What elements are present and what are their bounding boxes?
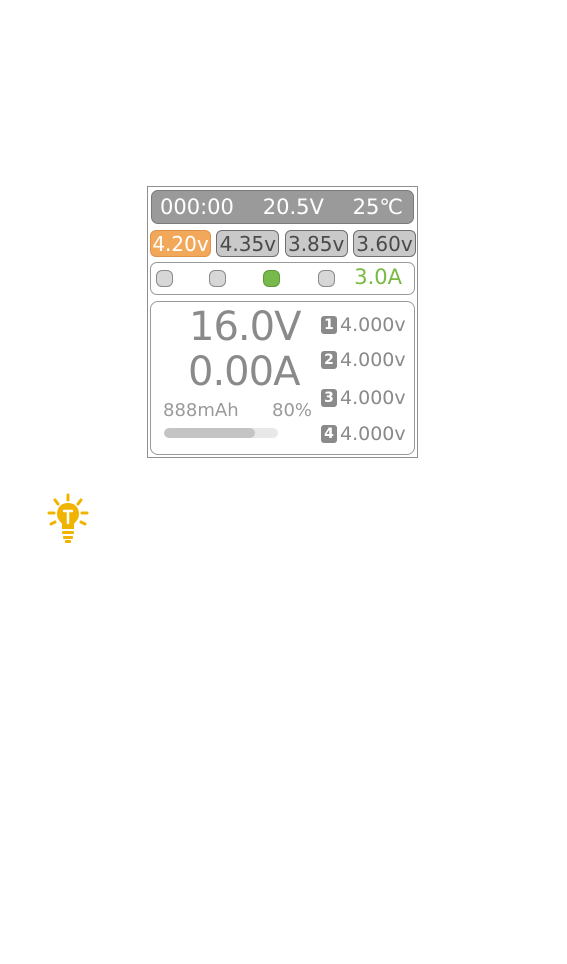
- capacity-readout: 888mAh: [163, 400, 239, 421]
- charger-screen: 000:00 20.5V 25℃ 4.20v 4.35v 3.85v 3.60v…: [147, 186, 418, 458]
- input-voltage-readout: 20.5V: [262, 195, 324, 219]
- temperature-readout: 25℃: [352, 195, 403, 219]
- cell-row-1: 1 4.000v: [321, 312, 406, 338]
- charge-progress-fill: [164, 428, 256, 438]
- cell-row-3: 3 4.000v: [321, 385, 406, 411]
- channel-indicator-row: 3.0A: [150, 262, 415, 295]
- channel-1-indicator: [156, 270, 173, 287]
- cell-number-badge: 1: [321, 316, 337, 334]
- cell-voltage: 4.000v: [340, 387, 406, 409]
- cell-voltage: 4.000v: [340, 349, 406, 371]
- preset-4-35-button[interactable]: 4.35v: [216, 230, 280, 257]
- channel-3-indicator: [263, 270, 280, 287]
- pack-voltage-readout: 16.0V: [189, 304, 301, 350]
- channel-4-indicator: [318, 270, 335, 287]
- charge-current-readout: 3.0A: [354, 265, 402, 289]
- main-readout-panel: 16.0V 0.00A 888mAh 80% 1 4.000v 2 4.000v…: [150, 301, 415, 455]
- preset-3-85-button[interactable]: 3.85v: [284, 230, 348, 257]
- pack-current-readout: 0.00A: [188, 349, 300, 395]
- preset-4-20-button[interactable]: 4.20v: [150, 230, 211, 257]
- cell-row-4: 4 4.000v: [321, 421, 406, 447]
- cell-row-2: 2 4.000v: [321, 347, 406, 373]
- charge-progress-bar: [164, 428, 278, 438]
- percent-readout: 80%: [272, 400, 313, 421]
- cell-number-badge: 4: [321, 425, 337, 443]
- voltage-preset-row: 4.20v 4.35v 3.85v 3.60v: [150, 230, 416, 257]
- status-bar: 000:00 20.5V 25℃: [151, 190, 414, 224]
- channel-2-indicator: [209, 270, 226, 287]
- timer-readout: 000:00: [160, 195, 234, 219]
- lightbulb-icon: [47, 493, 89, 545]
- cell-number-badge: 3: [321, 389, 337, 407]
- cell-number-badge: 2: [321, 351, 337, 369]
- cell-voltage: 4.000v: [340, 314, 406, 336]
- cell-voltage: 4.000v: [340, 423, 406, 445]
- preset-3-60-button[interactable]: 3.60v: [352, 230, 416, 257]
